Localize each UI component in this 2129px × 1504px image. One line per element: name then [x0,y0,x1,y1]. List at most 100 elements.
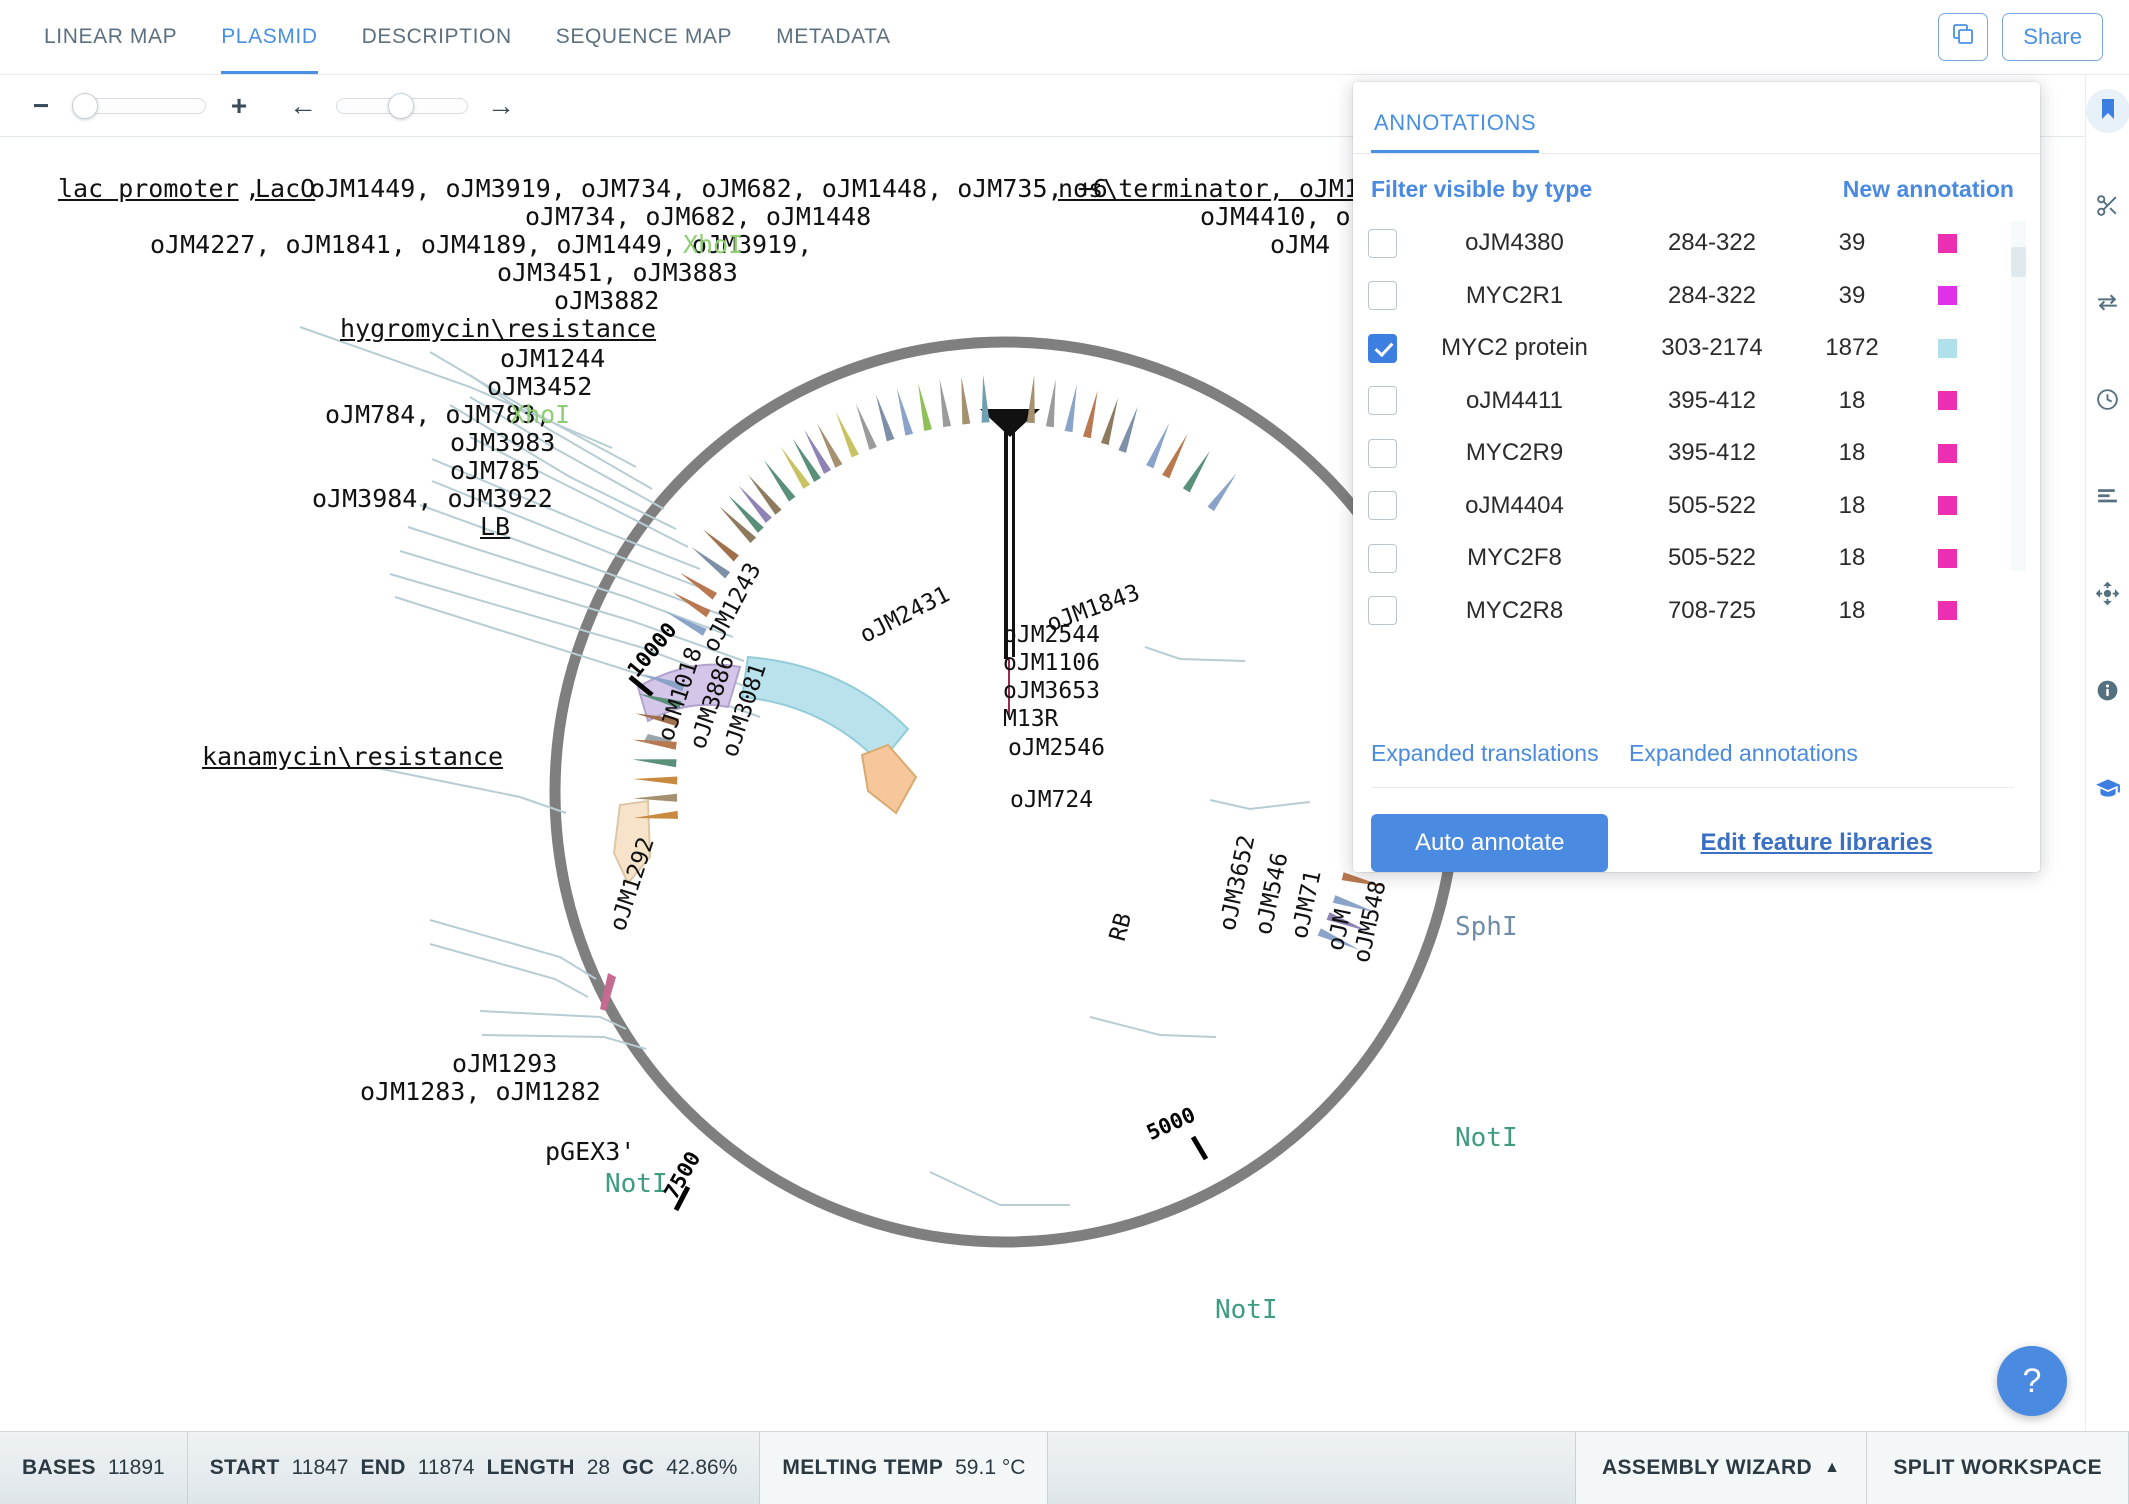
annotations-panel-tabs: ANNOTATIONS [1353,82,2040,154]
row-checkbox[interactable] [1368,281,1397,310]
copy-button[interactable] [1938,13,1988,61]
map-label-sphi[interactable]: SphI [1455,912,1518,943]
map-label-group2[interactable]: oJM734, oJM682, oJM1448 [525,202,871,232]
table-row[interactable]: oJM4411 395-412 18 [1358,375,2040,428]
map-label-group6[interactable]: oJM3984, oJM3922 [312,484,553,514]
align-left-icon [2095,484,2120,514]
row-checkbox[interactable] [1368,596,1397,625]
help-button[interactable]: ? [1997,1346,2067,1416]
table-row[interactable]: MYC2F8 505-522 18 [1358,532,2040,585]
tab-description[interactable]: DESCRIPTION [340,0,534,74]
annotation-name: oJM4404 [1397,492,1632,520]
annotations-scrollbar-thumb[interactable] [2011,247,2026,277]
row-checkbox[interactable] [1368,439,1397,468]
map-label-lac-promoter[interactable]: lac promoter [58,174,239,204]
expanded-annotations-link[interactable]: Expanded annotations [1629,740,1858,767]
annotation-range: 505-522 [1632,492,1792,520]
annotation-range: 708-725 [1632,597,1792,625]
map-label-xhoi-2[interactable]: XhoI [510,400,570,430]
map-label-xhoi-1[interactable]: XhoI [683,230,743,260]
tab-plasmid[interactable]: PLASMID [199,0,339,74]
map-label-ojm3452[interactable]: oJM3452 [487,372,592,402]
map-label-ojm3653[interactable]: oJM3653 [1003,678,1100,705]
map-label-ojm4410-group[interactable]: oJM4410, o [1200,202,1351,232]
share-button[interactable]: Share [2002,13,2103,61]
status-start-value: 11847 [292,1456,349,1480]
zoom-out-button[interactable]: − [24,89,58,123]
move-tool-button[interactable] [2086,574,2129,618]
row-checkbox[interactable] [1368,544,1397,573]
status-length-label: LENGTH [487,1456,575,1480]
alignment-tool-button[interactable] [2086,477,2129,521]
map-label-ojm1293[interactable]: oJM1293 [452,1049,557,1079]
map-label-group1[interactable]: oJM1449, oJM3919, oJM734, oJM682, oJM144… [310,174,1108,204]
map-label-ojm785[interactable]: oJM785 [450,456,540,486]
new-annotation-link[interactable]: New annotation [1843,176,2014,203]
annotations-list[interactable]: oJM4380 284-322 39 MYC2R1 284-322 39 MYC… [1353,217,2040,726]
map-label-group7[interactable]: oJM1283, oJM1282 [360,1077,601,1107]
table-row[interactable]: MYC2R9 395-412 18 [1358,427,2040,480]
table-row[interactable]: MYC2R1 284-322 39 [1358,270,2040,323]
map-label-ojm724[interactable]: oJM724 [1010,787,1093,814]
map-label-group4[interactable]: oJM3451, oJM3883 [497,258,738,288]
table-row[interactable]: MYC2 protein 303-2174 1872 [1358,322,2040,375]
map-label-ojm3983[interactable]: oJM3983 [450,428,555,458]
move-crosshair-icon [2095,581,2120,611]
map-label-ojm2546[interactable]: oJM2546 [1008,735,1105,762]
tab-sequence-map[interactable]: SEQUENCE MAP [534,0,754,74]
map-label-pgex3[interactable]: pGEX3' [545,1137,635,1167]
map-label-laco[interactable]: LacO [255,174,315,204]
map-label-m13r[interactable]: M13R [1003,706,1058,733]
map-label-ojm4-group[interactable]: oJM4 [1270,230,1330,260]
row-checkbox[interactable] [1368,386,1397,415]
rotate-slider-handle[interactable] [388,93,414,119]
tab-annotations[interactable]: ANNOTATIONS [1371,110,1539,153]
rotate-right-button[interactable]: → [484,89,518,123]
map-label-noti-2[interactable]: NotI [1455,1123,1518,1154]
edit-feature-libraries-link[interactable]: Edit feature libraries [1700,829,1932,857]
rotate-left-button[interactable]: ← [286,89,320,123]
map-label-ojm1106[interactable]: oJM1106 [1003,650,1100,677]
table-row[interactable]: MYC2R8 708-725 18 [1358,585,2040,638]
annotation-length: 39 [1792,229,1912,257]
row-checkbox[interactable] [1368,334,1397,363]
zoom-slider[interactable] [74,97,206,115]
annotation-color-swatch [1938,339,1957,358]
info-tool-button[interactable] [2086,671,2129,715]
reverse-complement-button[interactable] [2086,283,2129,327]
assembly-wizard-button[interactable]: ASSEMBLY WIZARD ▲ [1576,1432,1867,1504]
map-label-ojm3882[interactable]: oJM3882 [554,286,659,316]
tutorial-tool-button[interactable] [2086,768,2129,812]
tab-linear-map[interactable]: LINEAR MAP [22,0,199,74]
map-label-lb[interactable]: LB [480,512,510,542]
map-label-nos-terminator[interactable]: nos\terminator, oJM1 [1058,174,1359,204]
zoom-slider-handle[interactable] [72,93,98,119]
tab-metadata[interactable]: METADATA [754,0,912,74]
filter-visible-by-type-link[interactable]: Filter visible by type [1371,176,1592,203]
map-label-noti-1[interactable]: NotI [605,1169,668,1200]
map-label-kanamycin-resistance[interactable]: kanamycin\resistance [202,742,503,772]
row-checkbox[interactable] [1368,229,1397,258]
row-checkbox[interactable] [1368,491,1397,520]
annotation-name: MYC2R8 [1397,597,1632,625]
split-workspace-button[interactable]: SPLIT WORKSPACE [1867,1432,2129,1504]
tab-list: LINEAR MAP PLASMID DESCRIPTION SEQUENCE … [0,0,913,74]
map-label-hygromycin-resistance[interactable]: hygromycin\resistance [340,314,656,344]
rotate-slider[interactable] [336,97,468,115]
annotation-length: 18 [1792,597,1912,625]
map-label-noti-3[interactable]: NotI [1215,1295,1278,1326]
table-row[interactable]: oJM4404 505-522 18 [1358,480,2040,533]
annotation-name: MYC2F8 [1397,544,1632,572]
expanded-translations-link[interactable]: Expanded translations [1371,740,1629,767]
zoom-in-button[interactable]: + [222,89,256,123]
table-row[interactable]: oJM4380 284-322 39 [1358,217,2040,270]
cut-tool-button[interactable] [2086,186,2129,230]
history-tool-button[interactable] [2086,380,2129,424]
annotation-range: 395-412 [1632,387,1792,415]
bookmark-tool-button[interactable] [2086,89,2129,133]
map-label-ojm2544[interactable]: oJM2544 [1003,622,1100,649]
auto-annotate-button[interactable]: Auto annotate [1371,814,1608,872]
right-icon-rail [2085,75,2129,1431]
annotation-color-swatch [1938,496,1957,515]
map-label-ojm1244[interactable]: oJM1244 [500,344,605,374]
